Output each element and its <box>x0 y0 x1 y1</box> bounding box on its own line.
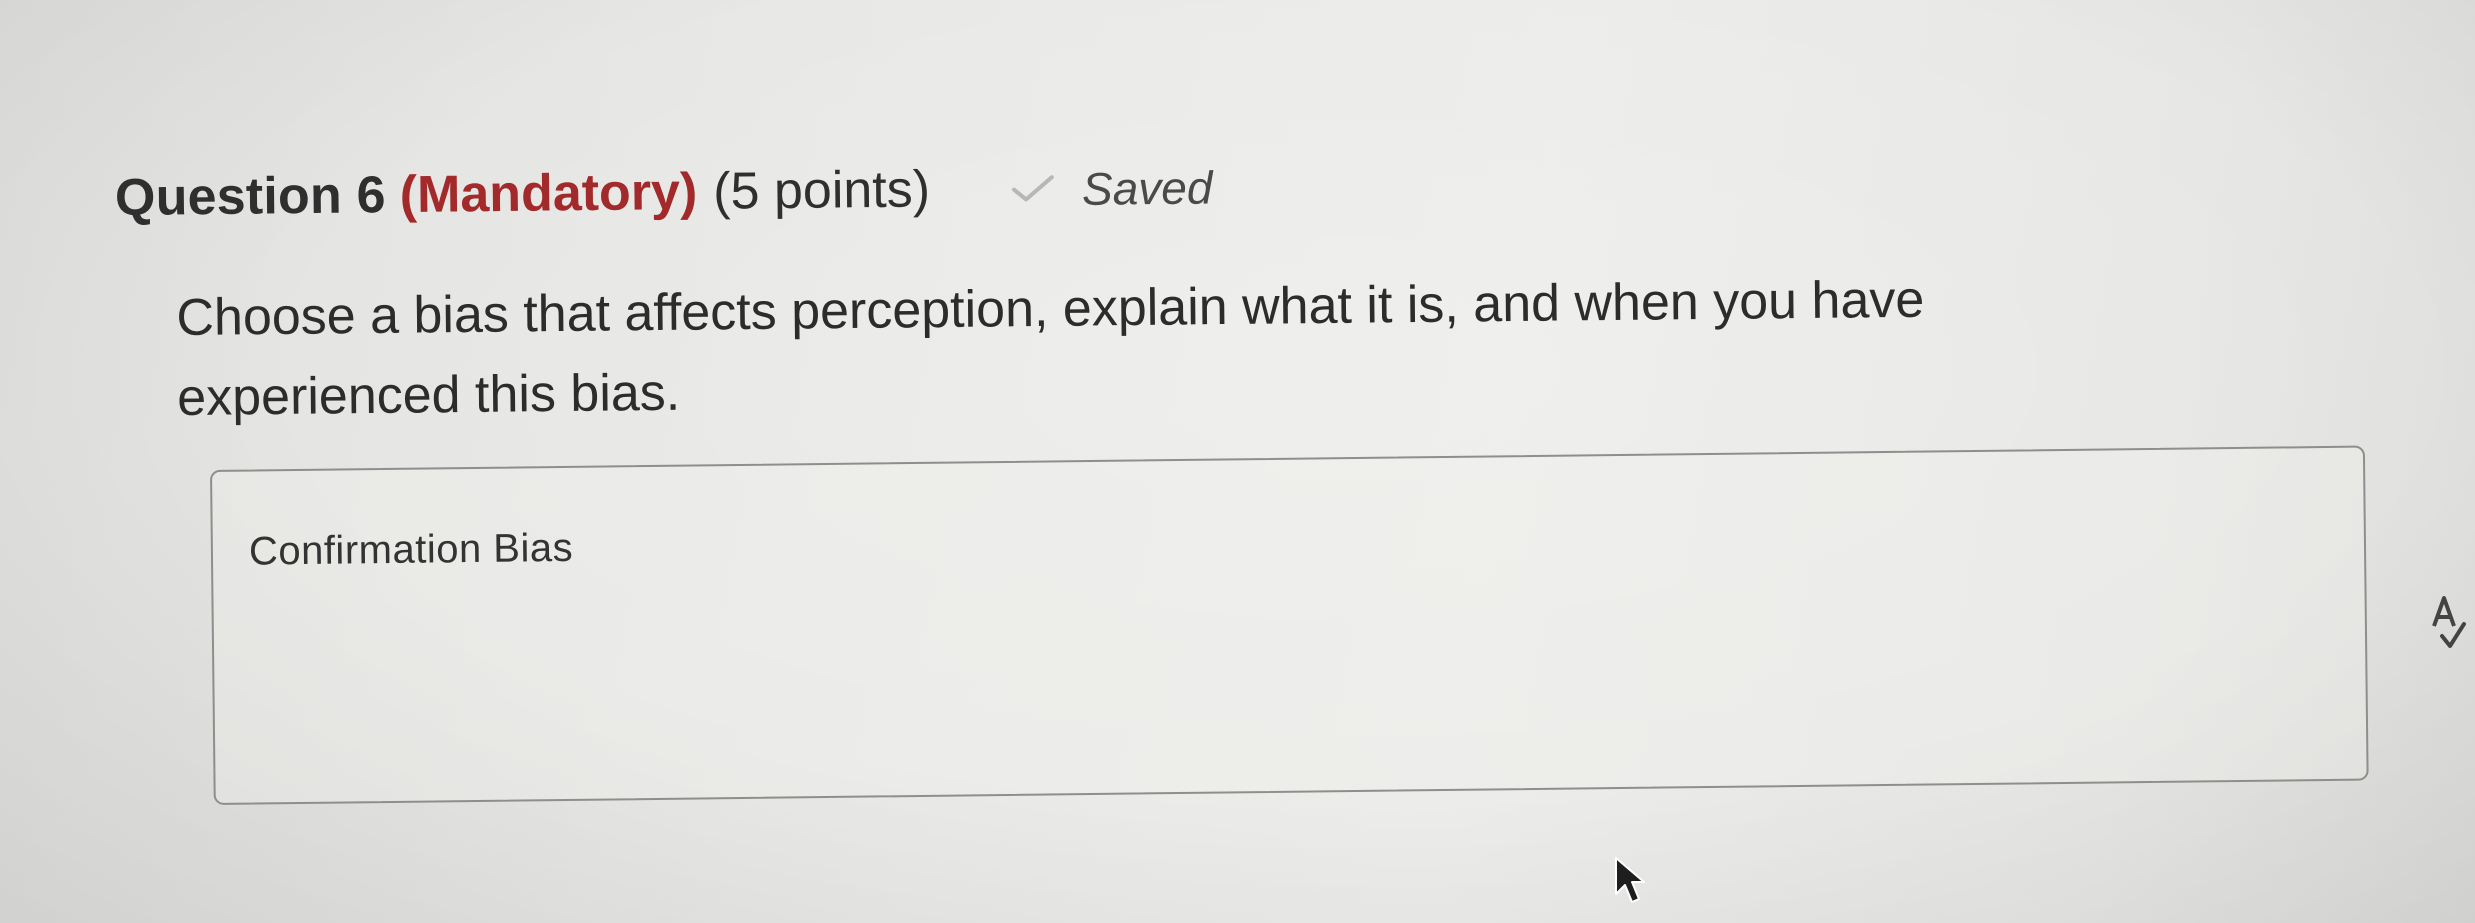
answer-text: Confirmation Bias <box>248 525 574 574</box>
question-title: Question 6 <box>114 166 387 227</box>
accessibility-checker-icon[interactable] <box>2428 592 2468 652</box>
answer-textarea[interactable]: Confirmation Bias <box>210 445 2369 805</box>
checkmark-icon <box>1012 175 1054 202</box>
saved-status: Saved <box>1081 161 1213 215</box>
points-label: (5 points) <box>712 160 931 221</box>
mandatory-label: (Mandatory) <box>399 162 698 225</box>
question-header: Question 6 (Mandatory) (5 points) Saved <box>115 157 1213 228</box>
question-prompt: Choose a bias that affects perception, e… <box>176 257 2178 438</box>
mouse-pointer-icon <box>1615 857 1645 903</box>
